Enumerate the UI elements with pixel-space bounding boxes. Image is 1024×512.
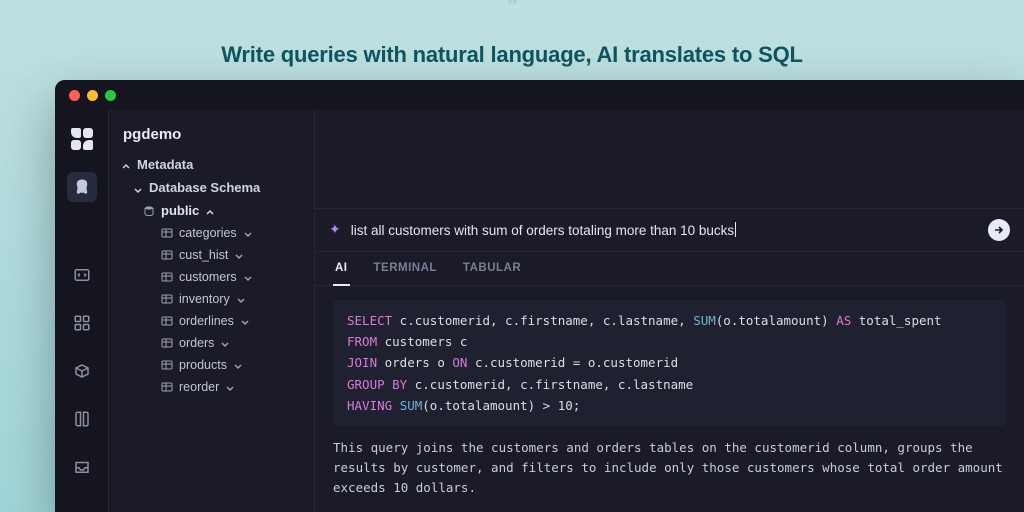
icon-rail [55,110,109,512]
database-title: pgdemo [109,110,314,153]
tree-table-inventory[interactable]: inventory [117,288,306,310]
tree-table-orders[interactable]: orders [117,332,306,354]
package-icon[interactable] [67,356,97,386]
table-icon [161,271,173,283]
nl-prompt-input[interactable]: list all customers with sum of orders to… [351,222,978,238]
book-icon[interactable] [67,404,97,434]
tab-ai[interactable]: AI [333,252,350,286]
tree-label: reorder [179,380,219,394]
table-icon [161,381,173,393]
sparkle-icon: ✦ [329,221,341,238]
tree-label: customers [179,270,237,284]
tree-label: Metadata [137,157,193,172]
schema-tree: Metadata Database Schema public categori… [109,153,314,398]
app-logo-icon[interactable] [67,124,97,154]
nl-prompt-row: ✦ list all customers with sum of orders … [315,209,1024,252]
close-button[interactable] [69,90,80,101]
chevron-down-icon [240,316,250,326]
inbox-icon[interactable] [67,452,97,482]
dashboard-icon[interactable] [67,308,97,338]
tree-label: orderlines [179,314,234,328]
chevron-down-icon [220,338,230,348]
chevron-down-icon [233,360,243,370]
prompt-text-content: list all customers with sum of orders to… [351,223,734,238]
tree-label: Database Schema [149,180,260,195]
table-icon [161,227,173,239]
main-panel: ✦ list all customers with sum of orders … [315,110,1024,512]
page-headline: Write queries with natural language, AI … [0,20,1024,68]
output-panel: SELECT c.customerid, c.firstname, c.last… [315,286,1024,512]
tree-metadata[interactable]: Metadata [117,153,306,176]
tree-table-customers[interactable]: customers [117,266,306,288]
table-icon [161,315,173,327]
maximize-button[interactable] [105,90,116,101]
app-window: pgdemo Metadata Database Schema public c… [55,80,1024,512]
tree-label: orders [179,336,214,350]
output-tabs: AI TERMINAL TABULAR [315,252,1024,286]
tree-label: cust_hist [179,248,228,262]
query-canvas [315,110,1024,209]
database-icon [143,205,155,217]
chevron-down-icon [236,294,246,304]
chevron-down-icon [225,382,235,392]
arrow-right-icon [993,224,1005,236]
tab-tabular[interactable]: TABULAR [461,252,523,285]
tree-label: products [179,358,227,372]
schema-sidebar: pgdemo Metadata Database Schema public c… [109,110,315,512]
chevron-down-icon [243,228,253,238]
table-icon [161,337,173,349]
tree-table-reorder[interactable]: reorder [117,376,306,398]
chevron-up-icon [205,206,215,216]
chevron-down-icon [234,250,244,260]
tree-table-categories[interactable]: categories [117,222,306,244]
text-cursor [735,222,736,237]
chevron-down-icon [243,272,253,282]
tree-label: public [161,203,199,218]
tree-table-orderlines[interactable]: orderlines [117,310,306,332]
tab-terminal[interactable]: TERMINAL [372,252,439,285]
chevron-down-icon [133,183,143,193]
minimize-button[interactable] [87,90,98,101]
table-icon [161,249,173,261]
tree-schema[interactable]: Database Schema [117,176,306,199]
code-icon[interactable] [67,260,97,290]
submit-button[interactable] [988,219,1010,241]
tree-table-cust_hist[interactable]: cust_hist [117,244,306,266]
tree-label: inventory [179,292,230,306]
quote-icon: ❝ [503,0,521,14]
tree-schema-public[interactable]: public [117,199,306,222]
elephant-postgres-icon[interactable] [67,172,97,202]
tree-table-products[interactable]: products [117,354,306,376]
sql-code-block[interactable]: SELECT c.customerid, c.firstname, c.last… [333,300,1006,426]
table-icon [161,293,173,305]
explanation-text: This query joins the customers and order… [333,438,1006,498]
tree-label: categories [179,226,237,240]
chevron-up-icon [121,160,131,170]
titlebar [55,80,1024,110]
table-icon [161,359,173,371]
